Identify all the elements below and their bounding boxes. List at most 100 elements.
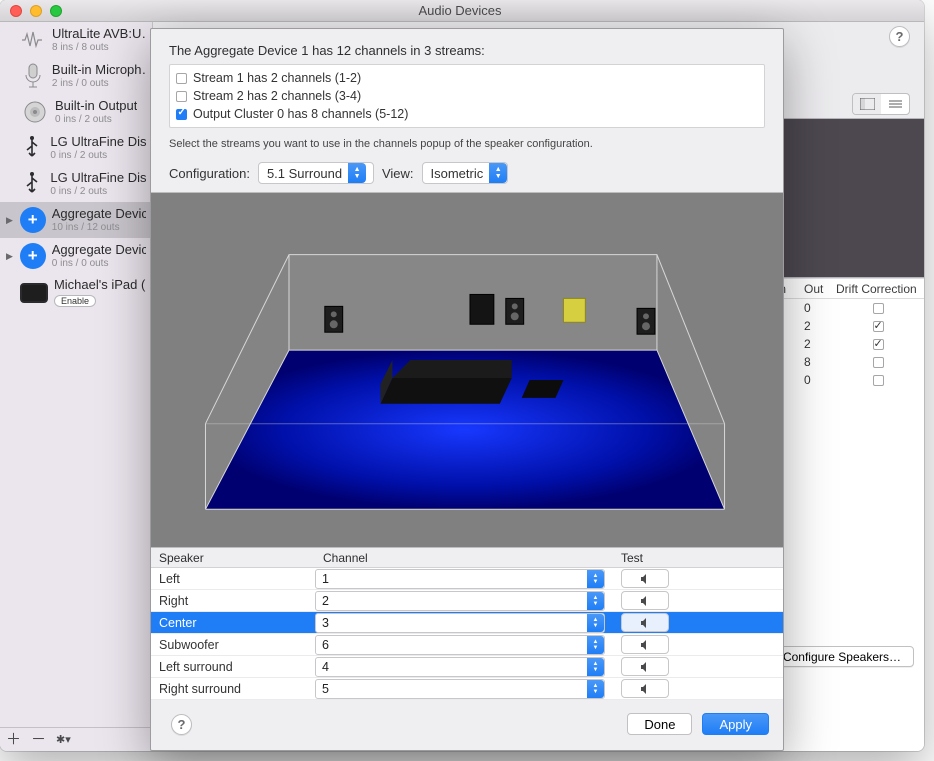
io-row: 0 2 xyxy=(772,317,924,335)
configure-speakers-button[interactable]: Configure Speakers… xyxy=(770,646,914,667)
aggregate-icon: + xyxy=(20,242,46,270)
channel-select[interactable]: 2▲▼ xyxy=(315,591,605,611)
view-value: Isometric xyxy=(423,166,490,181)
stream-label: Output Cluster 0 has 8 channels (5-12) xyxy=(193,107,408,121)
device-name: LG UltraFine Dis… xyxy=(50,135,146,150)
header-test: Test xyxy=(613,551,783,565)
io-header-drift: Drift Correction xyxy=(832,282,924,296)
test-button[interactable] xyxy=(621,635,669,654)
speaker-row-subwoofer[interactable]: Subwoofer 6▲▼ xyxy=(151,634,783,656)
speaker-row-right-surround[interactable]: Right surround 5▲▼ xyxy=(151,678,783,700)
help-button[interactable]: ? xyxy=(171,714,192,735)
speaker-row-right[interactable]: Right 2▲▼ xyxy=(151,590,783,612)
device-name: Aggregate Devic… xyxy=(52,243,146,258)
chevron-updown-icon: ▲▼ xyxy=(587,570,604,588)
device-name: Michael's iPad (… xyxy=(54,278,146,293)
speaker-row-left-surround[interactable]: Left surround 4▲▼ xyxy=(151,656,783,678)
device-item-aggregate-1[interactable]: ▶ + Aggregate Devic… 10 ins / 12 outs xyxy=(0,202,152,238)
titlebar: Audio Devices xyxy=(0,0,924,22)
device-name: Built-in Microph… xyxy=(52,63,146,78)
drift-checkbox[interactable] xyxy=(873,375,884,386)
view-label: View: xyxy=(382,166,414,181)
speaker-room-visualization[interactable] xyxy=(151,192,783,548)
device-name: UltraLite AVB:U… xyxy=(52,27,146,42)
apply-button[interactable]: Apply xyxy=(702,713,769,735)
add-device-button[interactable]: ＋ xyxy=(6,732,21,747)
stream-row[interactable]: Stream 2 has 2 channels (3-4) xyxy=(176,87,758,105)
help-button[interactable]: ? xyxy=(889,26,910,47)
action-menu-button[interactable]: ✱▾ xyxy=(56,733,71,746)
device-name: Built-in Output xyxy=(55,99,137,114)
enable-button[interactable]: Enable xyxy=(54,295,96,307)
traffic-lights xyxy=(0,5,62,17)
stream-label: Stream 1 has 2 channels (1-2) xyxy=(193,71,361,85)
minimize-icon[interactable] xyxy=(30,5,42,17)
test-button[interactable] xyxy=(621,613,669,632)
remove-device-button[interactable]: － xyxy=(31,732,46,747)
device-item-lg-2[interactable]: ▶ LG UltraFine Dis… 0 ins / 2 outs xyxy=(0,166,152,202)
ipad-icon xyxy=(20,279,48,307)
test-button[interactable] xyxy=(621,591,669,610)
list-view-icon[interactable] xyxy=(881,94,909,114)
speaker-row-center[interactable]: Center 3▲▼ xyxy=(151,612,783,634)
channel-select[interactable]: 3▲▼ xyxy=(315,613,605,633)
speaker-name: Left xyxy=(151,572,315,586)
channel-select[interactable]: 6▲▼ xyxy=(315,635,605,655)
channel-select[interactable]: 5▲▼ xyxy=(315,679,605,699)
device-item-aggregate-2[interactable]: ▶ + Aggregate Devic… 0 ins / 0 outs xyxy=(0,238,152,274)
audio-interface-icon xyxy=(20,26,46,54)
configuration-select[interactable]: 5.1 Surround ▲▼ xyxy=(258,162,374,184)
close-icon[interactable] xyxy=(10,5,22,17)
test-button[interactable] xyxy=(621,657,669,676)
speaker-name: Left surround xyxy=(151,660,315,674)
stream-row[interactable]: Stream 1 has 2 channels (1-2) xyxy=(176,69,758,87)
device-item-builtin-output[interactable]: ▶ Built-in Output 0 ins / 2 outs xyxy=(0,94,152,130)
header-speaker: Speaker xyxy=(151,551,315,565)
device-item-ipad[interactable]: ▶ Michael's iPad (… Enable xyxy=(0,274,152,312)
sidebar-footer: ＋ － ✱▾ xyxy=(0,727,152,751)
channel-select[interactable]: 1▲▼ xyxy=(315,569,605,589)
device-sub: 0 ins / 2 outs xyxy=(50,150,146,162)
configuration-label: Configuration: xyxy=(169,166,250,181)
view-select[interactable]: Isometric ▲▼ xyxy=(422,162,509,184)
stream-checkbox[interactable] xyxy=(176,73,187,84)
device-sub: 8 ins / 8 outs xyxy=(52,42,146,54)
device-item-ultralite[interactable]: ▶ UltraLite AVB:U… 8 ins / 8 outs xyxy=(0,22,152,58)
device-name: Aggregate Devic… xyxy=(52,207,146,222)
device-sub: 0 ins / 2 outs xyxy=(55,114,137,126)
speaker-name: Center xyxy=(151,616,315,630)
device-item-lg-1[interactable]: ▶ LG UltraFine Dis… 0 ins / 2 outs xyxy=(0,130,152,166)
grid-view-icon[interactable] xyxy=(853,94,881,114)
device-sub: 0 ins / 0 outs xyxy=(52,258,146,270)
streams-list: Stream 1 has 2 channels (1-2) Stream 2 h… xyxy=(169,64,765,128)
zoom-icon[interactable] xyxy=(50,5,62,17)
chevron-updown-icon: ▲▼ xyxy=(489,163,507,183)
test-button[interactable] xyxy=(621,679,669,698)
configuration-value: 5.1 Surround xyxy=(259,166,348,181)
drift-checkbox[interactable] xyxy=(873,321,884,332)
disclosure-triangle-icon[interactable]: ▶ xyxy=(6,215,14,226)
device-sidebar: ▶ UltraLite AVB:U… 8 ins / 8 outs ▶ xyxy=(0,22,153,751)
configure-speakers-sheet: The Aggregate Device 1 has 12 channels i… xyxy=(150,28,784,751)
speaker-row-left[interactable]: Left 1▲▼ xyxy=(151,568,783,590)
speaker-name: Right xyxy=(151,594,315,608)
stream-checkbox[interactable] xyxy=(176,91,187,102)
stream-checkbox[interactable] xyxy=(176,109,187,120)
drift-checkbox[interactable] xyxy=(873,357,884,368)
speaker-name: Subwoofer xyxy=(151,638,315,652)
io-row: 2 0 xyxy=(772,299,924,317)
channel-select[interactable]: 4▲▼ xyxy=(315,657,605,677)
device-sub: 2 ins / 0 outs xyxy=(52,78,146,90)
stream-row[interactable]: Output Cluster 0 has 8 channels (5-12) xyxy=(176,105,758,123)
drift-checkbox[interactable] xyxy=(873,339,884,350)
view-mode-segmented[interactable] xyxy=(852,93,910,115)
aggregate-icon: + xyxy=(20,206,46,234)
device-sub: 10 ins / 12 outs xyxy=(52,222,146,234)
io-table: In Out Drift Correction 2 0 0 2 xyxy=(772,279,924,389)
drift-checkbox[interactable] xyxy=(873,303,884,314)
disclosure-triangle-icon[interactable]: ▶ xyxy=(6,251,14,262)
done-button[interactable]: Done xyxy=(627,713,692,735)
device-item-builtin-mic[interactable]: ▶ Built-in Microph… 2 ins / 0 outs xyxy=(0,58,152,94)
io-row: 0 2 xyxy=(772,335,924,353)
test-button[interactable] xyxy=(621,569,669,588)
